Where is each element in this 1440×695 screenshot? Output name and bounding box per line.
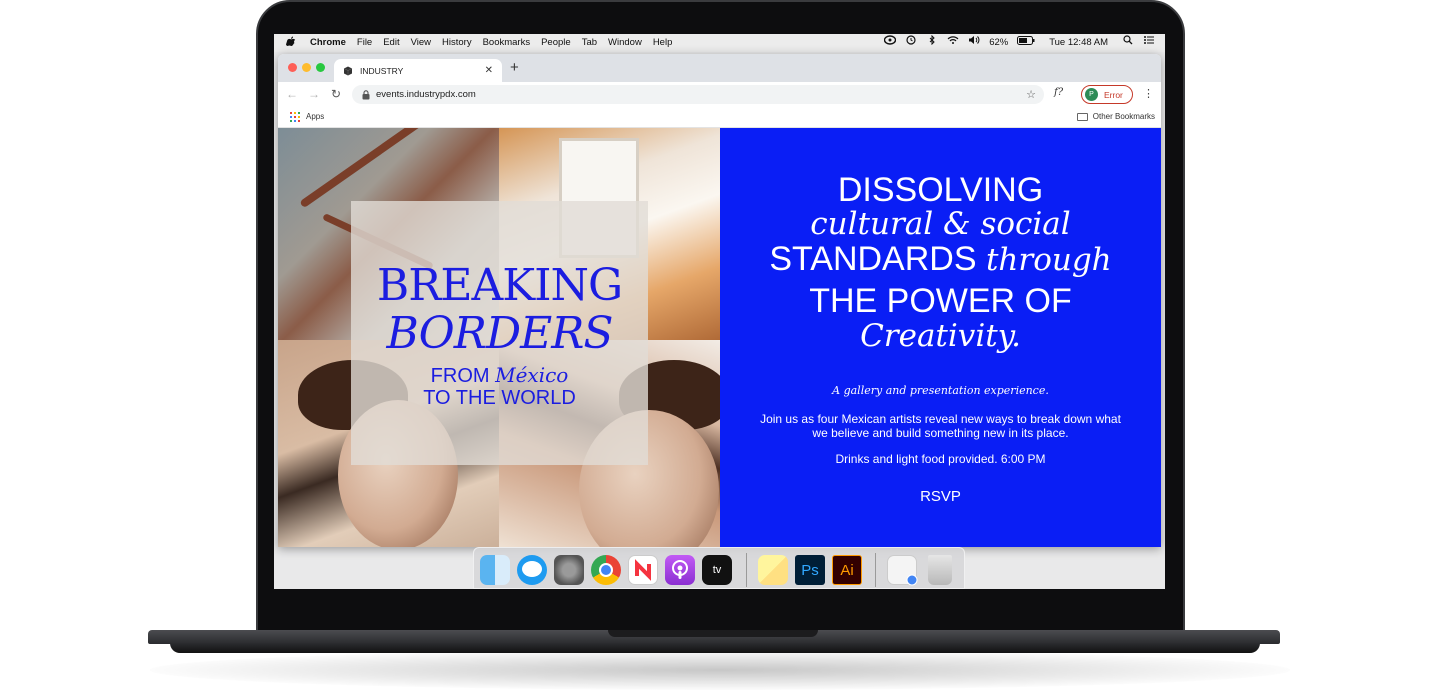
time-machine-icon[interactable] xyxy=(905,34,917,52)
forward-arrow-icon[interactable]: → xyxy=(306,87,322,101)
battery-percent: 62% xyxy=(989,37,1009,48)
poster-subtitle-line1: FROM México xyxy=(430,363,569,387)
tab-title: INDUSTRY xyxy=(360,65,404,76)
spotlight-icon[interactable] xyxy=(1122,34,1134,52)
profile-button[interactable]: P Error xyxy=(1081,85,1133,104)
laptop-base-bottom xyxy=(170,643,1260,653)
poster-overlay: BREAKING BORDERS FROM México TO THE WORL… xyxy=(351,201,648,465)
folder-icon xyxy=(1076,112,1088,121)
poster-title-line2: BORDERS xyxy=(386,308,613,359)
menu-app-name[interactable]: Chrome xyxy=(310,34,346,52)
photoshop-icon[interactable]: Ps xyxy=(795,555,825,585)
menu-bookmarks[interactable]: Bookmarks xyxy=(483,34,531,52)
laptop-notch xyxy=(608,630,818,637)
macos-dock: tv Ps Ai xyxy=(473,547,965,589)
address-bar[interactable]: events.industrypdx.com ☆ xyxy=(352,85,1044,104)
stickies-icon[interactable] xyxy=(758,555,788,585)
headline-line2: cultural & social xyxy=(810,206,1071,242)
photo-collage: BREAKING BORDERS FROM México TO THE WORL… xyxy=(278,128,720,547)
menu-file[interactable]: File xyxy=(357,34,372,52)
rsvp-link[interactable]: RSVP xyxy=(720,488,1161,505)
info-panel: DISSOLVING cultural & social STANDARDS t… xyxy=(720,128,1161,547)
system-preferences-icon[interactable] xyxy=(554,555,584,585)
more-menu-icon[interactable]: ⋮ xyxy=(1143,87,1154,100)
menubar-clock[interactable]: Tue 12:48 AM xyxy=(1049,34,1108,52)
laptop-shadow xyxy=(150,650,1290,690)
dock-separator xyxy=(746,553,747,587)
menu-view[interactable]: View xyxy=(411,34,431,52)
minimize-window-button[interactable] xyxy=(302,63,311,72)
illustrator-icon[interactable]: Ai xyxy=(832,555,862,585)
bluetooth-icon[interactable] xyxy=(926,34,938,52)
profile-status: Error xyxy=(1104,89,1123,100)
apple-menu-icon[interactable] xyxy=(286,34,300,52)
back-arrow-icon[interactable]: ← xyxy=(284,87,300,101)
tab-close-icon[interactable]: ✕ xyxy=(485,65,493,76)
new-tab-button[interactable]: + xyxy=(510,60,519,76)
menu-people[interactable]: People xyxy=(541,34,571,52)
url-text: events.industrypdx.com xyxy=(376,89,476,100)
dock-separator xyxy=(875,553,876,587)
headline-line4: THE POWER OF xyxy=(809,282,1072,320)
creative-cloud-icon[interactable] xyxy=(884,34,897,52)
close-window-button[interactable] xyxy=(288,63,297,72)
bookmark-star-icon[interactable]: ☆ xyxy=(1026,88,1036,101)
avatar: P xyxy=(1085,88,1098,101)
battery-icon[interactable] xyxy=(1017,34,1035,52)
chrome-window: INDUSTRY ✕ + ← → ↻ events.industrypdx.co… xyxy=(278,54,1161,547)
page-content: BREAKING BORDERS FROM México TO THE WORL… xyxy=(278,128,1161,547)
downloads-icon[interactable] xyxy=(887,555,918,586)
other-bookmarks-button[interactable]: Other Bookmarks xyxy=(1076,112,1155,121)
news-icon[interactable] xyxy=(628,555,658,585)
headline-line5: Creativity. xyxy=(860,318,1021,354)
lock-icon xyxy=(362,89,370,99)
wifi-icon[interactable] xyxy=(947,34,959,52)
notification-center-icon[interactable] xyxy=(1143,34,1155,52)
extension-button[interactable]: f? xyxy=(1054,87,1063,98)
headline-line3: STANDARDS through xyxy=(769,240,1112,278)
other-bookmarks-label: Other Bookmarks xyxy=(1092,112,1155,121)
volume-icon[interactable] xyxy=(968,34,980,52)
event-details: Drinks and light food provided. 6:00 PM xyxy=(835,452,1046,466)
cube-favicon-icon xyxy=(343,66,353,75)
menu-edit[interactable]: Edit xyxy=(383,34,399,52)
menu-window[interactable]: Window xyxy=(608,34,642,52)
poster-title-line1: BREAKING xyxy=(376,260,623,311)
menu-tab[interactable]: Tab xyxy=(582,34,597,52)
screen: Chrome File Edit View History Bookmarks … xyxy=(274,34,1165,589)
tagline: A gallery and presentation experience. xyxy=(832,384,1049,397)
apple-tv-icon[interactable]: tv xyxy=(702,555,732,585)
tab-industry[interactable]: INDUSTRY ✕ xyxy=(334,59,502,82)
macos-menubar: Chrome File Edit View History Bookmarks … xyxy=(274,34,1165,52)
poster-subtitle-line2: TO THE WORLD xyxy=(423,387,576,409)
tab-strip: INDUSTRY ✕ + xyxy=(278,54,1161,82)
finder-icon[interactable] xyxy=(480,555,510,585)
apps-grid-icon[interactable] xyxy=(290,111,300,122)
menu-history[interactable]: History xyxy=(442,34,472,52)
apps-bookmark[interactable]: Apps xyxy=(306,112,324,121)
podcasts-icon[interactable] xyxy=(665,555,695,585)
trash-icon[interactable] xyxy=(928,555,952,585)
menubar-status-area: 62% Tue 12:48 AM xyxy=(875,34,1155,52)
browser-toolbar: ← → ↻ events.industrypdx.com ☆ f? P Erro… xyxy=(278,82,1161,106)
reload-icon[interactable]: ↻ xyxy=(328,87,344,101)
headline-line1: DISSOLVING xyxy=(837,171,1044,209)
chrome-icon[interactable] xyxy=(591,555,621,585)
menu-help[interactable]: Help xyxy=(653,34,673,52)
event-description: Join us as four Mexican artists reveal n… xyxy=(760,412,1121,440)
messages-icon[interactable] xyxy=(517,555,547,585)
zoom-window-button[interactable] xyxy=(316,63,325,72)
bookmarks-bar: Apps Other Bookmarks xyxy=(278,106,1161,128)
